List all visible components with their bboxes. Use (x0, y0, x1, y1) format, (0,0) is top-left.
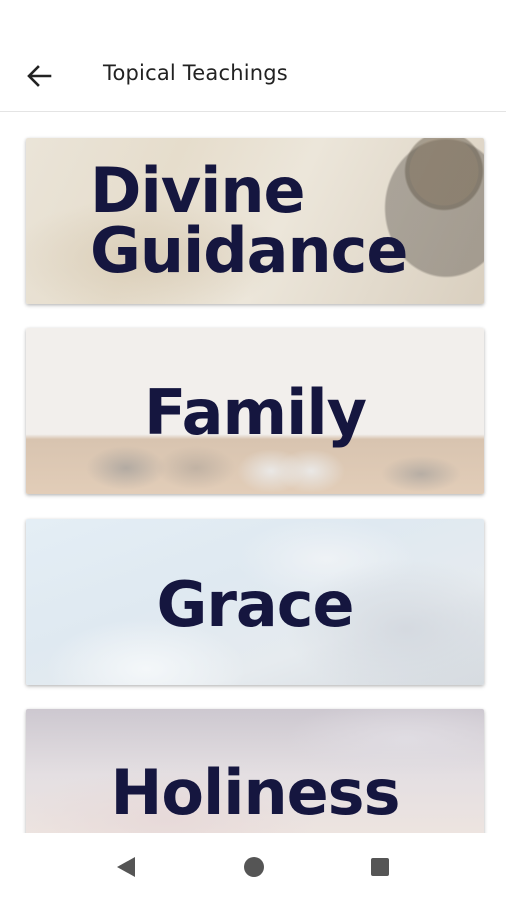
nav-recents-button[interactable] (366, 853, 394, 881)
topic-title: Divine Guidance (26, 138, 484, 304)
arrow-left-icon (27, 65, 52, 87)
topic-title-line2: Guidance (90, 214, 408, 287)
circle-home-icon (244, 857, 264, 877)
topic-card-holiness[interactable]: Holiness (26, 709, 484, 833)
nav-home-button[interactable] (240, 853, 268, 881)
topic-title: Grace (156, 567, 354, 641)
topic-title-line1: Divine (90, 154, 306, 227)
page-title: Topical Teachings (103, 61, 288, 85)
topic-card-grace[interactable]: Grace (26, 519, 484, 685)
square-recents-icon (371, 858, 389, 876)
back-button[interactable] (22, 62, 56, 90)
topic-card-divine-guidance[interactable]: Divine Guidance (26, 138, 484, 304)
topic-title: Holiness (110, 755, 401, 829)
status-bar (0, 0, 506, 40)
topic-list[interactable]: Divine Guidance Family Grace Holiness (0, 113, 506, 833)
topic-card-family[interactable]: Family (26, 328, 484, 494)
nav-back-button[interactable] (112, 853, 140, 881)
app-bar: Topical Teachings (0, 40, 506, 112)
system-nav-bar (0, 833, 506, 900)
topic-title: Family (143, 375, 367, 449)
triangle-back-icon (117, 857, 135, 877)
